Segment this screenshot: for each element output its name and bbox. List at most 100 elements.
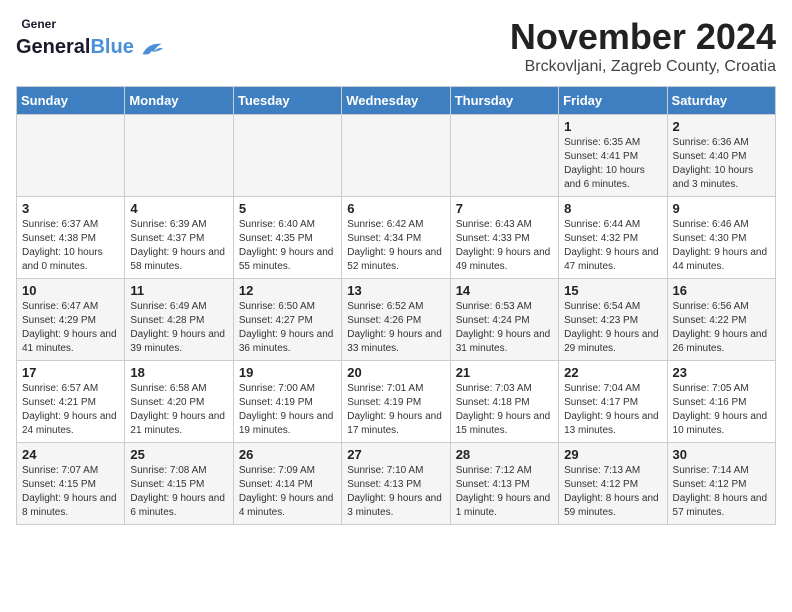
day-info: Sunrise: 6:43 AM Sunset: 4:33 PM Dayligh… bbox=[456, 218, 553, 274]
calendar-cell: 29 Sunrise: 7:13 AM Sunset: 4:12 PM Dayli… bbox=[559, 443, 667, 525]
day-number: 28 bbox=[456, 447, 553, 462]
week-row-1: 3 Sunrise: 6:37 AM Sunset: 4:38 PM Daylig… bbox=[17, 197, 776, 279]
calendar-cell: 11Sunrise: 6:49 AM Sunset: 4:28 PM Dayli… bbox=[125, 279, 233, 361]
logo-blue: Blue bbox=[90, 36, 133, 58]
calendar-cell: 15Sunrise: 6:54 AM Sunset: 4:23 PM Dayli… bbox=[559, 279, 667, 361]
day-number: 8 bbox=[564, 201, 661, 216]
calendar-cell bbox=[342, 115, 450, 197]
day-info: Sunrise: 7:03 AM Sunset: 4:18 PM Dayligh… bbox=[456, 382, 553, 438]
day-number: 15 bbox=[564, 283, 661, 298]
header-monday: Monday bbox=[125, 87, 233, 115]
day-number: 23 bbox=[673, 365, 770, 380]
calendar-cell: 28 Sunrise: 7:12 AM Sunset: 4:13 PM Dayli… bbox=[450, 443, 558, 525]
day-info: Sunrise: 7:14 AM Sunset: 4:12 PM Dayligh… bbox=[673, 464, 770, 520]
day-info: Sunrise: 7:04 AM Sunset: 4:17 PM Dayligh… bbox=[564, 382, 661, 438]
day-info: Sunrise: 6:42 AM Sunset: 4:34 PM Dayligh… bbox=[347, 218, 444, 274]
calendar-cell: 18 Sunrise: 6:58 AM Sunset: 4:20 PM Dayli… bbox=[125, 361, 233, 443]
day-info: Sunrise: 6:53 AM Sunset: 4:24 PM Dayligh… bbox=[456, 300, 553, 356]
calendar-cell bbox=[233, 115, 341, 197]
calendar-cell: 9 Sunrise: 6:46 AM Sunset: 4:30 PM Daylig… bbox=[667, 197, 775, 279]
logo: General GeneralBlue bbox=[16, 16, 163, 59]
day-number: 9 bbox=[673, 201, 770, 216]
title-area: November 2024 Brckovljani, Zagreb County… bbox=[510, 16, 776, 76]
day-number: 14 bbox=[456, 283, 553, 298]
day-info: Sunrise: 7:00 AM Sunset: 4:19 PM Dayligh… bbox=[239, 382, 336, 438]
day-info: Sunrise: 6:46 AM Sunset: 4:30 PM Dayligh… bbox=[673, 218, 770, 274]
day-number: 20 bbox=[347, 365, 444, 380]
calendar-cell: 1 Sunrise: 6:35 AM Sunset: 4:41 PM Daylig… bbox=[559, 115, 667, 197]
day-number: 21 bbox=[456, 365, 553, 380]
day-info: Sunrise: 6:47 AM Sunset: 4:29 PM Dayligh… bbox=[22, 300, 119, 356]
calendar-cell: 22 Sunrise: 7:04 AM Sunset: 4:17 PM Dayli… bbox=[559, 361, 667, 443]
day-number: 18 bbox=[130, 365, 227, 380]
day-info: Sunrise: 6:35 AM Sunset: 4:41 PM Dayligh… bbox=[564, 136, 661, 192]
header: General GeneralBlue November 2024 Brckov… bbox=[16, 16, 776, 76]
day-info: Sunrise: 7:01 AM Sunset: 4:19 PM Dayligh… bbox=[347, 382, 444, 438]
day-number: 25 bbox=[130, 447, 227, 462]
calendar-cell: 17Sunrise: 6:57 AM Sunset: 4:21 PM Dayli… bbox=[17, 361, 125, 443]
week-row-3: 17Sunrise: 6:57 AM Sunset: 4:21 PM Dayli… bbox=[17, 361, 776, 443]
calendar-cell: 16 Sunrise: 6:56 AM Sunset: 4:22 PM Dayli… bbox=[667, 279, 775, 361]
calendar-cell: 30 Sunrise: 7:14 AM Sunset: 4:12 PM Dayli… bbox=[667, 443, 775, 525]
calendar-table: SundayMondayTuesdayWednesdayThursdayFrid… bbox=[16, 86, 776, 525]
day-number: 12 bbox=[239, 283, 336, 298]
calendar-cell: 13Sunrise: 6:52 AM Sunset: 4:26 PM Dayli… bbox=[342, 279, 450, 361]
day-number: 1 bbox=[564, 119, 661, 134]
calendar-cell: 12Sunrise: 6:50 AM Sunset: 4:27 PM Dayli… bbox=[233, 279, 341, 361]
calendar-cell: 7 Sunrise: 6:43 AM Sunset: 4:33 PM Daylig… bbox=[450, 197, 558, 279]
day-number: 24 bbox=[22, 447, 119, 462]
calendar-cell: 3 Sunrise: 6:37 AM Sunset: 4:38 PM Daylig… bbox=[17, 197, 125, 279]
day-number: 29 bbox=[564, 447, 661, 462]
calendar-cell: 23 Sunrise: 7:05 AM Sunset: 4:16 PM Dayli… bbox=[667, 361, 775, 443]
calendar-cell: 2 Sunrise: 6:36 AM Sunset: 4:40 PM Daylig… bbox=[667, 115, 775, 197]
day-number: 22 bbox=[564, 365, 661, 380]
header-saturday: Saturday bbox=[667, 87, 775, 115]
day-number: 27 bbox=[347, 447, 444, 462]
day-info: Sunrise: 6:56 AM Sunset: 4:22 PM Dayligh… bbox=[673, 300, 770, 356]
day-info: Sunrise: 6:52 AM Sunset: 4:26 PM Dayligh… bbox=[347, 300, 444, 356]
calendar-cell: 4Sunrise: 6:39 AM Sunset: 4:37 PM Daylig… bbox=[125, 197, 233, 279]
logo-icon: General bbox=[20, 16, 56, 36]
day-number: 26 bbox=[239, 447, 336, 462]
calendar-cell: 25 Sunrise: 7:08 AM Sunset: 4:15 PM Dayli… bbox=[125, 443, 233, 525]
week-row-2: 10 Sunrise: 6:47 AM Sunset: 4:29 PM Dayli… bbox=[17, 279, 776, 361]
calendar-cell: 14 Sunrise: 6:53 AM Sunset: 4:24 PM Dayli… bbox=[450, 279, 558, 361]
calendar-header-row: SundayMondayTuesdayWednesdayThursdayFrid… bbox=[17, 87, 776, 115]
day-number: 7 bbox=[456, 201, 553, 216]
calendar-cell: 10 Sunrise: 6:47 AM Sunset: 4:29 PM Dayli… bbox=[17, 279, 125, 361]
calendar-cell: 27Sunrise: 7:10 AM Sunset: 4:13 PM Dayli… bbox=[342, 443, 450, 525]
day-number: 17 bbox=[22, 365, 119, 380]
day-number: 6 bbox=[347, 201, 444, 216]
day-number: 2 bbox=[673, 119, 770, 134]
calendar-cell: 8Sunrise: 6:44 AM Sunset: 4:32 PM Daylig… bbox=[559, 197, 667, 279]
logo-general: General bbox=[16, 36, 90, 58]
location: Brckovljani, Zagreb County, Croatia bbox=[510, 58, 776, 76]
day-info: Sunrise: 7:08 AM Sunset: 4:15 PM Dayligh… bbox=[130, 464, 227, 520]
day-number: 30 bbox=[673, 447, 770, 462]
calendar-cell: 26Sunrise: 7:09 AM Sunset: 4:14 PM Dayli… bbox=[233, 443, 341, 525]
day-number: 5 bbox=[239, 201, 336, 216]
header-sunday: Sunday bbox=[17, 87, 125, 115]
day-info: Sunrise: 6:40 AM Sunset: 4:35 PM Dayligh… bbox=[239, 218, 336, 274]
day-number: 10 bbox=[22, 283, 119, 298]
svg-text:General: General bbox=[21, 17, 56, 31]
calendar-cell bbox=[17, 115, 125, 197]
calendar-cell bbox=[450, 115, 558, 197]
day-number: 16 bbox=[673, 283, 770, 298]
day-info: Sunrise: 7:05 AM Sunset: 4:16 PM Dayligh… bbox=[673, 382, 770, 438]
day-info: Sunrise: 6:39 AM Sunset: 4:37 PM Dayligh… bbox=[130, 218, 227, 274]
week-row-4: 24Sunrise: 7:07 AM Sunset: 4:15 PM Dayli… bbox=[17, 443, 776, 525]
logo-bird-icon bbox=[141, 40, 163, 58]
calendar-cell: 21 Sunrise: 7:03 AM Sunset: 4:18 PM Dayli… bbox=[450, 361, 558, 443]
day-info: Sunrise: 7:12 AM Sunset: 4:13 PM Dayligh… bbox=[456, 464, 553, 520]
day-info: Sunrise: 7:13 AM Sunset: 4:12 PM Dayligh… bbox=[564, 464, 661, 520]
day-info: Sunrise: 6:36 AM Sunset: 4:40 PM Dayligh… bbox=[673, 136, 770, 192]
header-wednesday: Wednesday bbox=[342, 87, 450, 115]
day-info: Sunrise: 6:37 AM Sunset: 4:38 PM Dayligh… bbox=[22, 218, 119, 274]
calendar-cell: 5 Sunrise: 6:40 AM Sunset: 4:35 PM Daylig… bbox=[233, 197, 341, 279]
day-info: Sunrise: 6:49 AM Sunset: 4:28 PM Dayligh… bbox=[130, 300, 227, 356]
header-friday: Friday bbox=[559, 87, 667, 115]
day-info: Sunrise: 6:58 AM Sunset: 4:20 PM Dayligh… bbox=[130, 382, 227, 438]
day-number: 3 bbox=[22, 201, 119, 216]
calendar-cell bbox=[125, 115, 233, 197]
